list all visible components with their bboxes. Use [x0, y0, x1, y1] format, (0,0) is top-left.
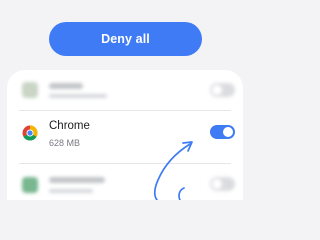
- toggle-knob: [212, 179, 222, 189]
- app-row-chrome[interactable]: Chrome 628 MB: [7, 111, 243, 151]
- chrome-icon: [22, 125, 38, 141]
- chrome-toggle-switch[interactable]: [210, 125, 235, 139]
- app-list-card: Chrome 628 MB: [7, 70, 243, 200]
- app-row-blurred-bottom[interactable]: [7, 164, 243, 200]
- app-size-placeholder: [49, 94, 107, 98]
- toggle-knob: [223, 127, 233, 137]
- app-icon: [22, 177, 38, 193]
- app-size-chrome: 628 MB: [49, 138, 81, 148]
- app-name-chrome: Chrome: [49, 120, 90, 132]
- app-toggle-switch[interactable]: [210, 83, 235, 97]
- permissions-screen: Deny all Chrome 628 MB: [0, 0, 250, 200]
- app-row-blurred-top[interactable]: [7, 70, 243, 110]
- app-icon: [22, 82, 38, 98]
- app-toggle-switch[interactable]: [210, 177, 235, 191]
- deny-all-button[interactable]: Deny all: [49, 22, 202, 56]
- app-name-placeholder: [49, 177, 105, 183]
- toggle-knob: [212, 85, 222, 95]
- app-name-placeholder: [49, 83, 83, 89]
- app-size-placeholder: [49, 189, 93, 193]
